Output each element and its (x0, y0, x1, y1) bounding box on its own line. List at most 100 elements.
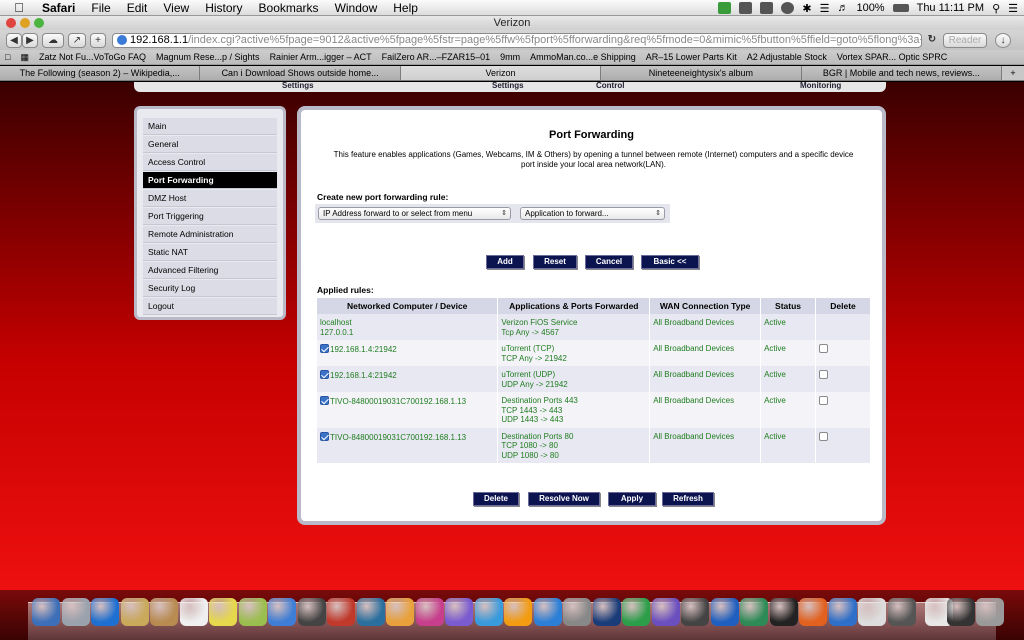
topnav-control[interactable]: Control (596, 82, 624, 90)
tab-wikipedia[interactable]: The Following (season 2) – Wikipedia,... (0, 66, 201, 80)
dock-app-icon[interactable] (799, 598, 827, 626)
sidebar-item-advanced-filtering[interactable]: Advanced Filtering (143, 262, 277, 279)
topnav-settings-1[interactable]: Settings (282, 82, 314, 90)
sidebar-item-port-forwarding[interactable]: Port Forwarding (143, 172, 277, 189)
reading-list-icon[interactable]: □ (5, 52, 10, 62)
dock-app-icon[interactable] (976, 598, 1004, 626)
dock-app-icon[interactable] (91, 598, 119, 626)
app-name[interactable]: Destination Ports 443 (501, 396, 646, 406)
dock-app-icon[interactable] (946, 598, 975, 626)
menu-history[interactable]: History (205, 1, 242, 15)
dock-app-icon[interactable] (858, 598, 886, 626)
share-icon[interactable]: ↗ (68, 32, 86, 48)
bookmark-item[interactable]: FailZero AR...–FZAR15–01 (382, 52, 491, 62)
apple-icon[interactable]:  (12, 0, 26, 15)
dock-app-icon[interactable] (592, 598, 621, 626)
device-name[interactable]: TIVO-84800019031C700192.168.1.13 (330, 397, 466, 406)
dock-app-icon[interactable] (504, 598, 532, 626)
bookmark-item[interactable]: AR–15 Lower Parts Kit (646, 52, 737, 62)
dock-app-icon[interactable] (445, 598, 473, 626)
menu-bookmarks[interactable]: Bookmarks (259, 1, 319, 15)
sidebar-item-main[interactable]: Main (143, 118, 277, 135)
refresh-button[interactable]: Refresh (662, 492, 714, 506)
dock-app-icon[interactable] (32, 598, 60, 626)
enable-checkbox[interactable] (320, 344, 329, 353)
dock-app-icon[interactable] (327, 598, 355, 626)
reload-icon[interactable]: ↻ (925, 33, 939, 48)
dock-app-icon[interactable] (386, 598, 414, 626)
airplay-icon[interactable] (760, 2, 774, 14)
enable-checkbox[interactable] (320, 370, 329, 379)
dock-app-icon[interactable] (651, 598, 680, 626)
device-name[interactable]: 192.168.1.4:21942 (330, 345, 397, 354)
sidebar-item-static-nat[interactable]: Static NAT (143, 244, 277, 261)
dock-app-icon[interactable] (238, 598, 267, 626)
icloud-tabs-icon[interactable]: ☁ (42, 32, 64, 48)
reader-button[interactable]: Reader (943, 32, 987, 48)
dock-app-icon[interactable] (268, 598, 296, 626)
dock-app-icon[interactable] (120, 598, 149, 626)
delete-checkbox[interactable] (819, 344, 829, 353)
dock-app-icon[interactable] (681, 598, 709, 626)
add-button[interactable]: Add (486, 255, 524, 269)
tab-download-shows[interactable]: Can i Download Shows outside home... (200, 66, 401, 80)
dock-app-icon[interactable] (150, 598, 178, 626)
menu-edit[interactable]: Edit (127, 1, 148, 15)
bookmark-item[interactable]: Magnum Rese...p / Sights (156, 52, 260, 62)
clock[interactable]: Thu 11:11 PM (917, 2, 984, 14)
dock-app-icon[interactable] (179, 598, 208, 626)
dock-app-icon[interactable] (474, 598, 503, 626)
dock-app-icon[interactable] (297, 598, 326, 626)
app-name[interactable]: uTorrent (TCP) (501, 344, 646, 354)
topnav-settings-2[interactable]: Settings (492, 82, 524, 90)
enable-checkbox[interactable] (320, 431, 329, 441)
basic-button[interactable]: Basic << (641, 255, 699, 269)
dock-app-icon[interactable] (769, 598, 798, 626)
delete-button[interactable]: Delete (473, 492, 519, 506)
time-machine-icon[interactable] (781, 2, 795, 14)
tab-verizon[interactable]: Verizon (400, 66, 602, 80)
sidebar-item-remote-administration[interactable]: Remote Administration (143, 226, 277, 243)
sidebar-item-dmz-host[interactable]: DMZ Host (143, 190, 277, 207)
bookmark-item[interactable]: AmmoMan.co...e Shipping (530, 52, 636, 62)
bluetooth-icon[interactable]: ✱ (802, 2, 811, 15)
sidebar-item-security-log[interactable]: Security Log (143, 280, 277, 297)
tab-bgr[interactable]: BGR | Mobile and tech news, reviews... (801, 66, 1003, 80)
topnav-monitoring[interactable]: Monitoring (800, 82, 841, 90)
resolve-now-button[interactable]: Resolve Now (528, 492, 600, 506)
menu-app-name[interactable]: Safari (42, 1, 75, 15)
downloads-icon[interactable]: ↓ (995, 32, 1011, 48)
spotlight-icon[interactable]: ⚲ (992, 2, 1000, 15)
add-bookmark-icon[interactable]: + (90, 32, 106, 48)
minimize-window-icon[interactable] (20, 18, 30, 28)
sidebar-item-access-control[interactable]: Access Control (143, 154, 277, 171)
wifi-icon[interactable]: ☰ (820, 2, 830, 15)
dock-app-icon[interactable] (622, 598, 650, 626)
enable-checkbox[interactable] (320, 396, 329, 405)
bookmark-item[interactable]: 9mm (500, 52, 520, 62)
sidebar-item-general[interactable]: General (143, 136, 277, 153)
tab-album[interactable]: Nineteeneightysix's album (601, 66, 802, 80)
dock-app-icon[interactable] (887, 598, 916, 626)
top-sites-icon[interactable]: ▦ (20, 52, 29, 63)
app-name[interactable]: uTorrent (UDP) (501, 370, 646, 380)
bookmark-item[interactable]: Rainier Arm...igger – ACT (270, 52, 372, 62)
zoom-window-icon[interactable] (34, 18, 44, 28)
app-name[interactable]: Destination Ports 80 (501, 432, 646, 442)
dock-app-icon[interactable] (710, 598, 739, 626)
apply-button[interactable]: Apply (608, 492, 656, 506)
delete-checkbox[interactable] (819, 396, 829, 405)
menu-help[interactable]: Help (393, 1, 418, 15)
cancel-button[interactable]: Cancel (585, 255, 633, 269)
reset-button[interactable]: Reset (533, 255, 577, 269)
volume-icon[interactable]: ♬ (837, 2, 848, 14)
device-name[interactable]: 192.168.1.4:21942 (330, 371, 397, 380)
close-window-icon[interactable] (6, 18, 16, 28)
dock-app-icon[interactable] (563, 598, 591, 626)
status-app-icon-2[interactable] (739, 2, 753, 14)
sidebar-item-logout[interactable]: Logout (143, 298, 277, 315)
notification-center-icon[interactable]: ☰ (1008, 2, 1018, 15)
forward-icon[interactable]: ▶ (22, 32, 38, 48)
bookmark-item[interactable]: Vortex SPAR... Optic SPRC (837, 52, 947, 62)
sidebar-item-port-triggering[interactable]: Port Triggering (143, 208, 277, 225)
